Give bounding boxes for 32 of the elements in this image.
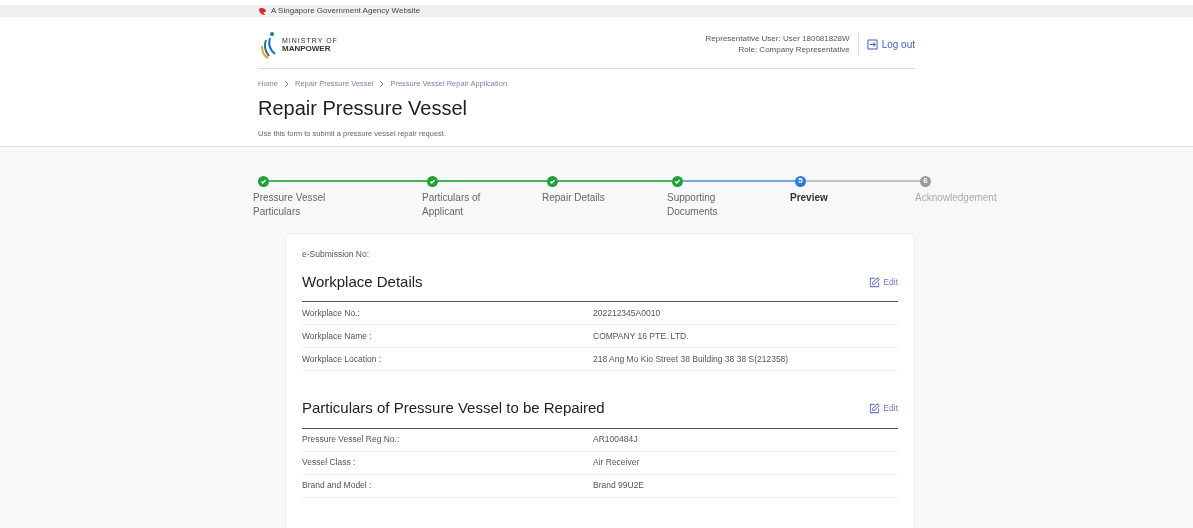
chevron-icon (284, 79, 289, 88)
field-label: Pressure Vessel Reg No.: (302, 433, 401, 447)
field-label: Vessel Class : (302, 456, 357, 470)
field-label: Workplace Location : (302, 352, 383, 366)
field-value: Air Receiver (593, 456, 640, 470)
edit-icon (869, 403, 881, 414)
field-value: COMPANY 16 PTE. LTD. (593, 329, 689, 343)
page-title: Repair Pressure Vessel (258, 96, 468, 122)
field-value: Brand 99U2E (593, 479, 645, 493)
section-title: Particulars of Pressure Vessel to be Repaired (302, 398, 605, 419)
chevron-icon (379, 79, 385, 88)
submission-label: e-Submission No: (302, 248, 371, 261)
section-title: Workplace Details (302, 271, 423, 292)
field-label: Workplace Name : (302, 329, 373, 343)
lion-head-icon (258, 6, 267, 16)
logo-text: MANPOWER (282, 45, 332, 53)
field-value: AR100484J (593, 433, 638, 447)
masthead-text: A Singapore Government Agency Website (271, 5, 421, 17)
role-text: Role: Company Representative (738, 44, 850, 55)
edit-button[interactable]: Edit (869, 275, 898, 289)
step-number: 5 (795, 175, 806, 187)
edit-icon (869, 276, 881, 288)
step-label: Acknowledgement (915, 191, 998, 205)
field-label: Workplace No.: (302, 306, 361, 320)
step-number: 6 (920, 175, 931, 187)
field-label: Brand and Model : (302, 479, 373, 493)
logout-button[interactable]: Log out (866, 36, 915, 52)
edit-button[interactable]: Edit (869, 402, 898, 415)
logout-icon (866, 38, 878, 50)
field-value: 202212345A0010 (593, 306, 661, 320)
field-value: 218 Ang Mo Kio Street 38 Building 38 38 S(212358) (593, 352, 789, 366)
user-text: Representative User: User 180081828W (705, 33, 850, 44)
